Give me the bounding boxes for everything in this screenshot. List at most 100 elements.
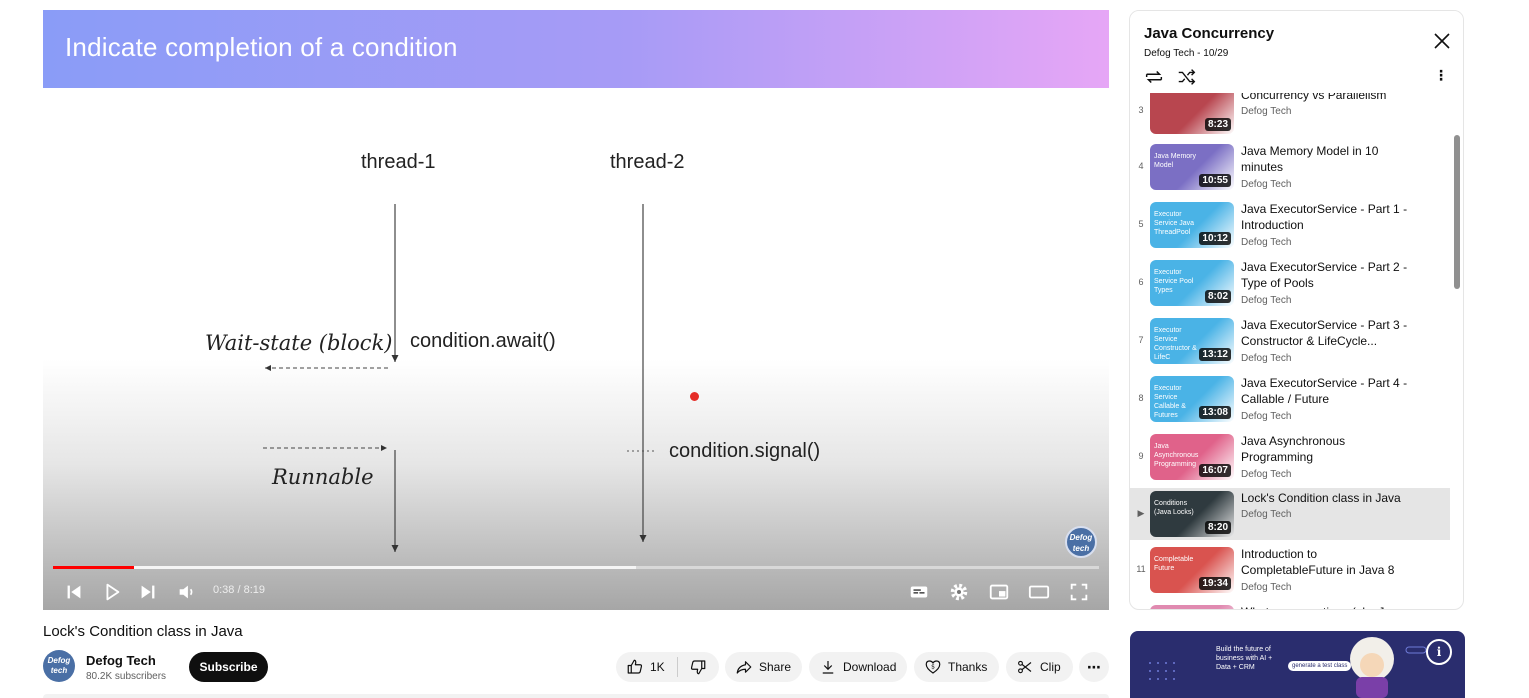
now-playing-icon: ▶ <box>1137 508 1145 518</box>
download-button[interactable]: Download <box>809 652 907 682</box>
thread-2-label: thread-2 <box>610 151 685 173</box>
svg-text:$: $ <box>931 664 935 671</box>
volume-button[interactable] <box>174 580 200 604</box>
description-box-edge[interactable] <box>43 694 1109 698</box>
dislike-button[interactable] <box>678 658 718 676</box>
playlist-item-channel: Defog Tech <box>1241 237 1292 248</box>
more-actions-button[interactable]: ⋯ <box>1079 652 1109 682</box>
duration-badge: 8:02 <box>1204 290 1231 303</box>
thumbnail-caption: Java Asynchronous Programming <box>1154 443 1199 468</box>
like-dislike-group: 1K <box>616 652 719 682</box>
play-button[interactable] <box>99 580 125 604</box>
thumbnail-caption: Executor Service Constructor & LifeC <box>1154 327 1197 361</box>
thumbnail-caption: Java Memory Model <box>1154 153 1197 169</box>
duration-badge: 16:07 <box>1199 464 1231 477</box>
playlist-item-title[interactable]: What are coroutines (aka Java <box>1241 604 1411 609</box>
thanks-button[interactable]: $ Thanks <box>914 652 999 682</box>
video-player[interactable]: Indicate completion of a condition threa… <box>43 10 1109 610</box>
await-label: condition.await() <box>410 330 556 352</box>
ad-cta[interactable]: generate a test class <box>1288 661 1352 671</box>
next-button[interactable] <box>135 580 161 604</box>
info-icon: i <box>1436 645 1442 659</box>
playlist-item-channel: Defog Tech <box>1241 353 1292 364</box>
settings-button[interactable] <box>946 580 972 604</box>
playlist-item-thumbnail[interactable] <box>1150 605 1234 609</box>
loop-icon <box>1145 70 1163 84</box>
playlist-item[interactable]: 4 Java Memory Model 10:55 Java Memory Model… <box>1130 141 1450 193</box>
playlist-item-thumbnail[interactable]: Executor Service Pool Types 8:02 <box>1150 260 1234 306</box>
playlist-item-index: 6 <box>1138 277 1144 287</box>
like-button[interactable]: 1K <box>616 657 678 677</box>
sidebar-ad[interactable]: Build the future of business with AI + D… <box>1130 631 1465 698</box>
playlist-item-title[interactable]: Java ExecutorService - Part 4 - Callable… <box>1241 375 1411 407</box>
captions-button[interactable] <box>906 580 932 604</box>
playlist-item-thumbnail[interactable]: Executor Service Java ThreadPool 10:12 <box>1150 202 1234 248</box>
playlist-item-thumbnail[interactable]: Conditions (Java Locks) 8:20 <box>1150 491 1234 537</box>
share-button[interactable]: Share <box>725 652 802 682</box>
playlist-item-thumbnail[interactable]: Java Asynchronous Programming 16:07 <box>1150 434 1234 480</box>
playlist-item-title[interactable]: Java Memory Model in 10 minutes <box>1241 143 1411 175</box>
playlist-item-thumbnail[interactable]: Executor Service Callable & Futures 13:08 <box>1150 376 1234 422</box>
thread-1-label: thread-1 <box>361 151 436 173</box>
share-icon <box>736 661 752 674</box>
playlist-item-thumbnail[interactable]: 8:23 <box>1150 88 1234 134</box>
channel-watermark[interactable]: Defog tech <box>1065 526 1097 558</box>
fullscreen-icon <box>1070 583 1088 601</box>
more-horizontal-icon: ⋯ <box>1087 658 1101 675</box>
clip-button[interactable]: Clip <box>1006 652 1073 682</box>
playlist-scrollbar[interactable] <box>1454 135 1460 289</box>
playlist-title[interactable]: Java Concurrency <box>1144 25 1274 42</box>
duration-badge: 8:20 <box>1204 521 1231 534</box>
playlist-item[interactable]: 5 Executor Service Java ThreadPool 10:12 Ja… <box>1130 199 1450 251</box>
playlist-panel: 3 8:23 Concurrency vs Parallelism Defog Tec… <box>1129 10 1464 610</box>
playlist-item-index: 3 <box>1138 105 1144 115</box>
thumbnail-caption: Conditions (Java Locks) <box>1154 500 1194 516</box>
progress-bar[interactable] <box>53 566 1099 569</box>
ad-info-button[interactable]: i <box>1426 639 1452 665</box>
playlist-item-title[interactable]: Lock's Condition class in Java <box>1241 490 1411 506</box>
playlist-item-current[interactable]: ▶ Conditions (Java Locks) 8:20 Lock's Condi… <box>1130 488 1450 540</box>
playlist-item-title[interactable]: Java ExecutorService - Part 1 - Introduc… <box>1241 201 1411 233</box>
skip-next-icon <box>141 585 155 599</box>
duration-badge: 10:12 <box>1199 232 1231 245</box>
subscribe-button[interactable]: Subscribe <box>189 652 268 682</box>
playlist-item-title[interactable]: Java ExecutorService - Part 2 - Type of … <box>1241 259 1411 291</box>
playlist-item-title[interactable]: Java ExecutorService - Part 3 - Construc… <box>1241 317 1411 349</box>
playlist-item[interactable]: 9 Java Asynchronous Programming 16:07 Java … <box>1130 431 1450 483</box>
playlist-item-title[interactable]: Introduction to CompletableFuture in Jav… <box>1241 546 1411 578</box>
channel-avatar[interactable]: Defog tech <box>43 650 75 682</box>
more-vertical-icon: ⋮ <box>1434 67 1448 83</box>
playlist-item-thumbnail[interactable]: Java Memory Model 10:55 <box>1150 144 1234 190</box>
subscriber-count: 80.2K subscribers <box>86 671 167 682</box>
playlist-item-thumbnail[interactable]: Completable Future 19:34 <box>1150 547 1234 593</box>
playlist-item[interactable]: 8 Executor Service Callable & Futures 13:0… <box>1130 373 1450 425</box>
thanks-icon: $ <box>925 660 941 674</box>
close-playlist-button[interactable] <box>1430 29 1454 53</box>
share-label: Share <box>759 660 792 674</box>
playlist-item-channel: Defog Tech <box>1241 509 1292 520</box>
volume-icon <box>179 585 193 599</box>
miniplayer-button[interactable] <box>986 580 1012 604</box>
thumbnail-caption: Completable Future <box>1154 556 1194 572</box>
video-title: Lock's Condition class in Java <box>43 623 243 640</box>
theater-mode-button[interactable] <box>1026 580 1052 604</box>
playlist-menu-button[interactable]: ⋮ <box>1430 67 1452 89</box>
playlist-item[interactable]: What are coroutines (aka Java <box>1130 602 1450 609</box>
playlist-item-channel: Defog Tech <box>1241 106 1292 117</box>
duration-badge: 13:08 <box>1199 406 1231 419</box>
previous-button[interactable] <box>61 580 87 604</box>
playlist-header: Java Concurrency Defog Tech - 10/29 ⋮ <box>1130 11 1463 93</box>
playlist-item-thumbnail[interactable]: Executor Service Constructor & LifeC 13:1… <box>1150 318 1234 364</box>
shuffle-playlist-button[interactable] <box>1176 66 1198 88</box>
playlist-item-title[interactable]: Java Asynchronous Programming <box>1241 433 1411 465</box>
playlist-item[interactable]: 11 Completable Future 19:34 Introduction to… <box>1130 544 1450 596</box>
player-controls: 0:38 / 8:19 <box>43 562 1109 610</box>
playlist-item[interactable]: 6 Executor Service Pool Types 8:02 Java Exe… <box>1130 257 1450 309</box>
channel-name[interactable]: Defog Tech <box>86 653 156 668</box>
runnable-label: Runnable <box>272 465 374 489</box>
like-count: 1K <box>650 660 665 674</box>
fullscreen-button[interactable] <box>1066 580 1092 604</box>
duration-badge: 13:12 <box>1199 348 1231 361</box>
playlist-item[interactable]: 7 Executor Service Constructor & LifeC 13:… <box>1130 315 1450 367</box>
loop-playlist-button[interactable] <box>1142 66 1166 88</box>
